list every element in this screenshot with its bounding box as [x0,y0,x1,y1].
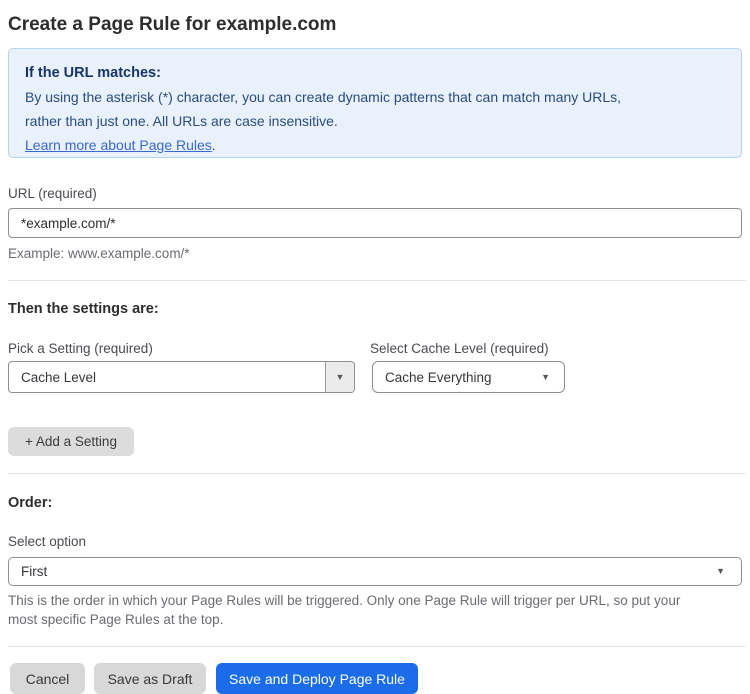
url-match-info-box: If the URL matches: By using the asteris… [8,48,742,158]
save-and-deploy-button[interactable]: Save and Deploy Page Rule [216,663,418,694]
save-as-draft-button[interactable]: Save as Draft [94,663,206,694]
divider [8,646,746,647]
setting-select-arrow-button[interactable]: ▼ [325,362,354,392]
order-helper-line-2: most specific Page Rules at the top. [8,612,224,627]
cache-level-select[interactable]: Cache Everything ▼ [372,361,565,393]
info-box-heading: If the URL matches: [25,65,161,81]
info-link-line: Learn more about Page Rules. [25,133,725,157]
divider [8,473,746,474]
cache-level-select-value: Cache Everything [385,369,492,385]
settings-section-heading: Then the settings are: [8,301,159,317]
divider [8,280,746,281]
order-select-label: Select option [8,534,87,549]
cache-level-picker-label: Select Cache Level (required) [370,341,549,356]
order-select[interactable]: First ▼ [8,557,742,586]
add-setting-button[interactable]: + Add a Setting [8,427,134,456]
cancel-button[interactable]: Cancel [10,663,85,694]
order-helper-line-1: This is the order in which your Page Rul… [8,593,681,608]
page-title: Create a Page Rule for example.com [8,14,337,35]
cache-select-arrow: ▼ [541,371,564,382]
learn-more-link[interactable]: Learn more about Page Rules [25,137,212,153]
info-body-line-2: rather than just one. All URLs are case … [25,113,338,129]
form-actions: Cancel Save as Draft Save and Deploy Pag… [8,663,742,694]
info-body-line-1: By using the asterisk (*) character, you… [25,89,622,105]
setting-select-value: Cache Level [21,369,97,385]
url-helper-text: Example: www.example.com/* [8,246,190,261]
setting-picker-label: Pick a Setting (required) [8,341,153,356]
order-select-arrow: ▼ [716,567,741,576]
chevron-down-icon: ▼ [716,566,725,576]
picker-labels-row: Pick a Setting (required) Select Cache L… [8,340,742,357]
pickers-row: Cache Level ▼ Cache Everything ▼ [8,361,742,393]
chevron-down-icon: ▼ [541,371,550,382]
order-select-value: First [21,564,48,579]
order-helper-text: This is the order in which your Page Rul… [8,591,742,629]
url-field-label: URL (required) [8,186,97,201]
chevron-down-icon: ▼ [335,371,345,382]
setting-select[interactable]: Cache Level ▼ [8,361,355,393]
page-rule-form: Create a Page Rule for example.com If th… [0,0,750,694]
link-period: . [211,137,216,153]
order-section-heading: Order: [8,495,53,511]
url-input[interactable] [8,208,742,238]
info-box-body: By using the asterisk (*) character, you… [25,85,725,133]
